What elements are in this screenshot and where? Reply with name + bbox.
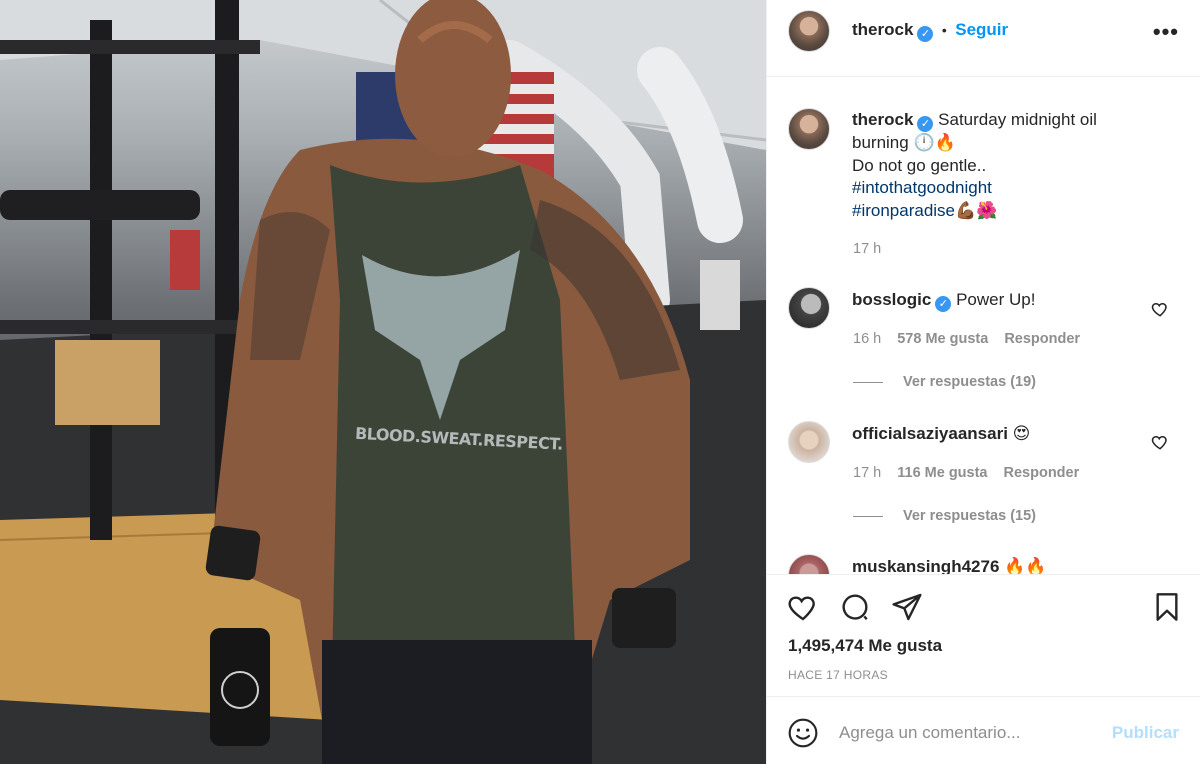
verified-badge-icon: ✓ [917,26,934,42]
publish-button[interactable]: Publicar [1112,723,1179,743]
like-count[interactable]: 1,495,474 Me gusta [788,636,942,656]
comment-time[interactable]: 16 h [853,331,881,347]
comment-text: officialsaziyaansari 😍 [852,423,1152,446]
save-bookmark-icon[interactable] [1151,591,1183,623]
comment-input[interactable] [839,719,1099,747]
comment-body: 😍 [1012,424,1031,443]
author-avatar[interactable] [788,10,830,52]
comment-likes[interactable]: 578 Me gusta [897,331,988,347]
post-photo[interactable]: BLOOD.SWEAT.RESPECT. [0,0,766,764]
follow-button[interactable]: Seguir [955,20,1008,39]
caption-username[interactable]: therock [852,110,913,129]
verified-badge-icon: ✓ [935,296,952,312]
like-comment-heart-icon[interactable] [1151,300,1169,318]
post-time-ago[interactable]: HACE 17 HORAS [788,668,888,682]
commenter-username[interactable]: muskansingh4276 [852,557,999,574]
commenter-username[interactable]: officialsaziyaansari [852,424,1008,443]
comment-text: bosslogic ✓ Power Up! [852,289,1152,312]
comment-meta: 16 h 578 Me gusta Responder [853,331,1080,347]
comment-bubble-icon[interactable] [839,591,871,623]
comment-body: Power Up! [956,290,1036,309]
comment-time[interactable]: 17 h [853,465,881,481]
caption-emojis-1: 🕛🔥 [913,133,956,152]
view-replies-label: Ver respuestas (15) [903,508,1036,524]
comments-list[interactable]: therock ✓ Saturday midnight oil burning 🕛… [767,78,1200,574]
author-row: therock ✓ • Seguir [852,20,1008,42]
like-comment-heart-icon[interactable] [1151,433,1169,451]
caption-line-2: Do not go gentle.. [852,155,987,175]
view-replies-button[interactable]: Ver respuestas (19) [853,374,1036,390]
more-options-icon[interactable]: ••• [1153,19,1179,45]
caption-emojis-2: 💪🏾🌺 [955,200,998,220]
emoji-smiley-icon[interactable] [787,717,819,749]
gym-scene [0,0,766,764]
caption-avatar[interactable] [788,108,830,150]
post-sidebar: therock ✓ • Seguir ••• therock ✓ Saturday … [766,0,1200,764]
commenter-avatar[interactable] [788,287,830,329]
replies-line [853,381,883,383]
commenter-avatar[interactable] [788,554,830,574]
caption-time: 17 h [853,241,881,257]
comment-likes[interactable]: 116 Me gusta [897,465,987,481]
view-replies-label: Ver respuestas (19) [903,374,1036,390]
caption-timestamp[interactable]: 17 h [853,241,881,257]
replies-line [853,515,883,517]
reply-button[interactable]: Responder [1004,331,1080,347]
share-paper-plane-icon[interactable] [891,591,923,623]
commenter-username[interactable]: bosslogic [852,290,931,309]
comment-body: 🔥🔥 [1004,557,1047,574]
comment-meta: 17 h 116 Me gusta Responder [853,465,1079,481]
hashtag-link[interactable]: #ironparadise [852,201,955,220]
caption-text: therock ✓ Saturday midnight oil burning 🕛… [852,109,1152,222]
like-heart-icon[interactable] [787,591,819,623]
post-header: therock ✓ • Seguir ••• [767,0,1200,77]
add-comment-bar: Publicar [767,696,1200,764]
author-username[interactable]: therock [852,20,913,39]
verified-badge-icon: ✓ [917,116,934,132]
commenter-avatar[interactable] [788,421,830,463]
separator-dot: • [941,22,947,38]
hashtag-link[interactable]: #intothatgoodnight [852,178,992,197]
reply-button[interactable]: Responder [1004,465,1080,481]
view-replies-button[interactable]: Ver respuestas (15) [853,508,1036,524]
comment-text: muskansingh4276 🔥🔥 [852,556,1152,574]
